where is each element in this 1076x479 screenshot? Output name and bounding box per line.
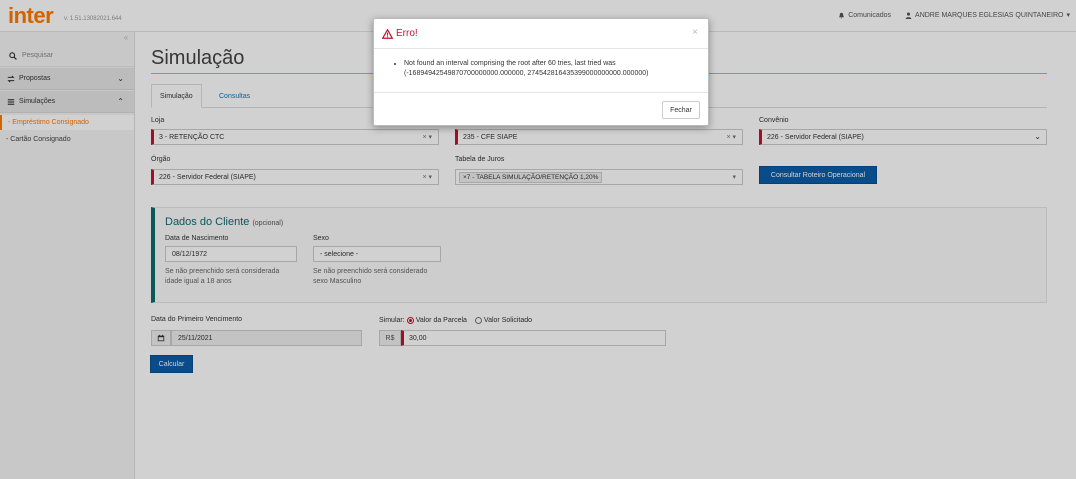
close-icon[interactable]: ×	[692, 27, 698, 38]
modal-body: Not found an interval comprising the roo…	[374, 49, 708, 93]
modal-header: Erro! ×	[374, 19, 708, 49]
modal-title-text: Erro!	[396, 28, 418, 39]
error-modal: Erro! × Not found an interval comprising…	[373, 18, 709, 126]
error-list: Not found an interval comprising the roo…	[404, 59, 694, 79]
error-message: Not found an interval comprising the roo…	[404, 59, 694, 79]
fechar-button[interactable]: Fechar	[662, 101, 700, 119]
warning-icon	[382, 28, 393, 39]
modal-title: Erro!	[382, 28, 418, 39]
